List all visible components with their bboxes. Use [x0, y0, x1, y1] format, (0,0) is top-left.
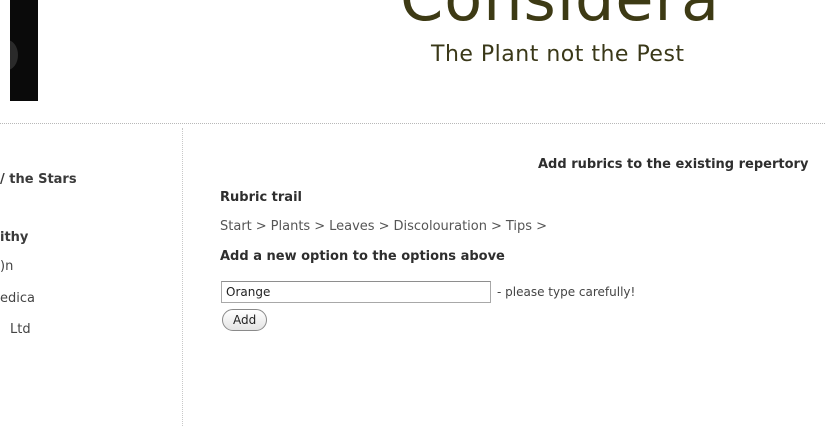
brand-name: Considera: [400, 0, 720, 30]
breadcrumb-item-tips: Tips: [505, 219, 533, 234]
breadcrumb-item-discolouration: Discolouration: [393, 219, 487, 234]
add-option-heading: Add a new option to the options above: [220, 249, 505, 264]
breadcrumb-separator: >: [255, 219, 267, 234]
sidebar-divider: [182, 128, 183, 426]
breadcrumb-item-start: Start: [220, 219, 252, 234]
breadcrumb-item-plants: Plants: [270, 219, 311, 234]
breadcrumb-separator: >: [490, 219, 502, 234]
sidebar-item-ithy[interactable]: ithy: [0, 230, 28, 245]
logo-image: [10, 0, 38, 101]
brand-tagline: The Plant not the Pest: [431, 42, 685, 67]
sidebar-item-edica[interactable]: edica: [0, 291, 35, 306]
add-button[interactable]: Add: [222, 309, 268, 331]
breadcrumb-separator: >: [378, 219, 390, 234]
sidebar-item-stars[interactable]: / the Stars: [0, 172, 77, 187]
sidebar-item-on[interactable]: )n: [0, 259, 13, 274]
breadcrumb: Start > Plants > Leaves > Discolouration > Tips >: [220, 219, 551, 234]
breadcrumb-separator: >: [536, 219, 547, 234]
header-divider: [0, 123, 825, 124]
new-option-input[interactable]: [221, 281, 491, 303]
sidebar-item-ltd[interactable]: Ltd: [10, 322, 31, 337]
breadcrumb-separator: >: [314, 219, 326, 234]
section-title: Add rubrics to the existing repertory: [538, 157, 809, 172]
input-hint: - please type carefully!: [497, 285, 636, 299]
breadcrumb-item-leaves: Leaves: [329, 219, 375, 234]
rubric-trail-heading: Rubric trail: [220, 190, 302, 205]
